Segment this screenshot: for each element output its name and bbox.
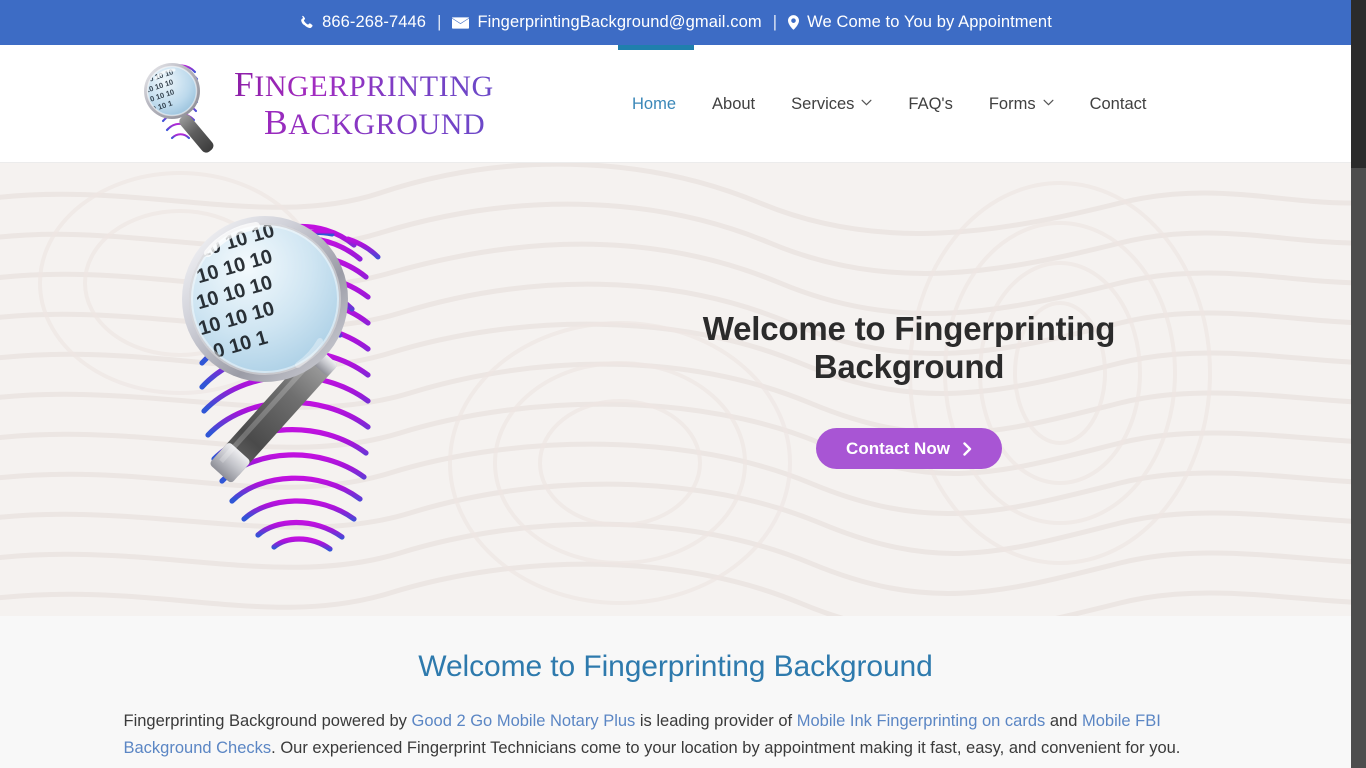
intro-text-4: . Our experienced Fingerprint Technician… (271, 738, 1181, 757)
envelope-icon (452, 16, 470, 30)
nav-item-home[interactable]: Home (618, 45, 695, 163)
chevron-down-icon (1043, 99, 1054, 110)
scrollbar-thumb[interactable] (1351, 0, 1366, 168)
nav-item-about[interactable]: About (694, 45, 773, 163)
page-root: 866-268-7446 | FingerprintingBackground@… (0, 0, 1351, 768)
nav-label-forms: Forms (988, 94, 1036, 113)
nav-label-faqs: FAQ's (908, 94, 953, 113)
hero-title: Welcome to Fingerprinting Background (702, 310, 1116, 385)
intro-text-3: and (1045, 712, 1082, 730)
link-good-2-go[interactable]: Good 2 Go Mobile Notary Plus (412, 712, 636, 730)
email-contact[interactable]: FingerprintingBackground@gmail.com (452, 13, 762, 32)
chevron-right-icon (963, 441, 972, 456)
intro-title: Welcome to Fingerprinting Background (418, 650, 933, 683)
hero-copy: Welcome to Fingerprinting Background Con… (604, 163, 1214, 616)
nav-item-forms[interactable]: Forms (971, 45, 1072, 163)
appointment-text: We Come to You by Appointment (807, 13, 1052, 31)
map-pin-icon (788, 15, 800, 30)
separator-2: | (772, 13, 778, 31)
hero-section: 10 10 10 1 10 10 10 10 10 10 10 10 10 10… (0, 163, 1351, 616)
nav-label-contact: Contact (1089, 94, 1147, 113)
logo-wordmark: Fingerprinting Background (234, 66, 494, 140)
page-scrollbar[interactable] (1351, 0, 1366, 768)
fingerprint-magnifier-logo-icon: 10 10 10 10 10 10 10 10 10 10 10 10 10 1… (136, 54, 228, 154)
hero-content: 10 10 10 1 10 10 10 10 10 10 10 10 10 10… (0, 163, 1351, 616)
nav-label-services: Services (791, 94, 855, 113)
nav-label-home: Home (632, 94, 677, 113)
logo-line-2: Background (234, 104, 494, 141)
nav-item-faqs[interactable]: FAQ's (890, 45, 970, 163)
phone-contact[interactable]: 866-268-7446 (299, 13, 426, 32)
intro-paragraph: Fingerprinting Background powered by Goo… (124, 708, 1228, 761)
phone-number: 866-268-7446 (322, 13, 427, 31)
intro-text-2: is leading provider of (635, 712, 797, 730)
hero-fingerprint-illustration: 10 10 10 1 10 10 10 10 10 10 10 10 10 10… (152, 181, 482, 561)
top-contact-bar: 866-268-7446 | FingerprintingBackground@… (0, 0, 1351, 45)
logo-line-1: Fingerprinting (234, 64, 494, 105)
nav-label-about: About (712, 94, 756, 113)
main-navigation: Home About Services FAQ's Forms Contact (618, 45, 1164, 163)
link-mobile-ink-fingerprinting[interactable]: Mobile Ink Fingerprinting on cards (797, 712, 1046, 730)
intro-text-1: Fingerprinting Background powered by (123, 712, 412, 730)
site-header: 10 10 10 10 10 10 10 10 10 10 10 10 10 1… (0, 45, 1351, 163)
contact-now-label: Contact Now (846, 438, 950, 458)
contact-now-button[interactable]: Contact Now (816, 428, 1002, 469)
chevron-down-icon (861, 99, 872, 110)
intro-section: Welcome to Fingerprinting Background Fin… (0, 616, 1351, 768)
nav-item-services[interactable]: Services (773, 45, 890, 163)
separator-1: | (437, 13, 442, 31)
nav-item-contact[interactable]: Contact (1072, 45, 1165, 163)
appointment-note: We Come to You by Appointment (788, 13, 1052, 32)
email-address: FingerprintingBackground@gmail.com (477, 13, 762, 31)
phone-icon (299, 15, 314, 30)
site-logo[interactable]: 10 10 10 10 10 10 10 10 10 10 10 10 10 1… (136, 54, 494, 154)
